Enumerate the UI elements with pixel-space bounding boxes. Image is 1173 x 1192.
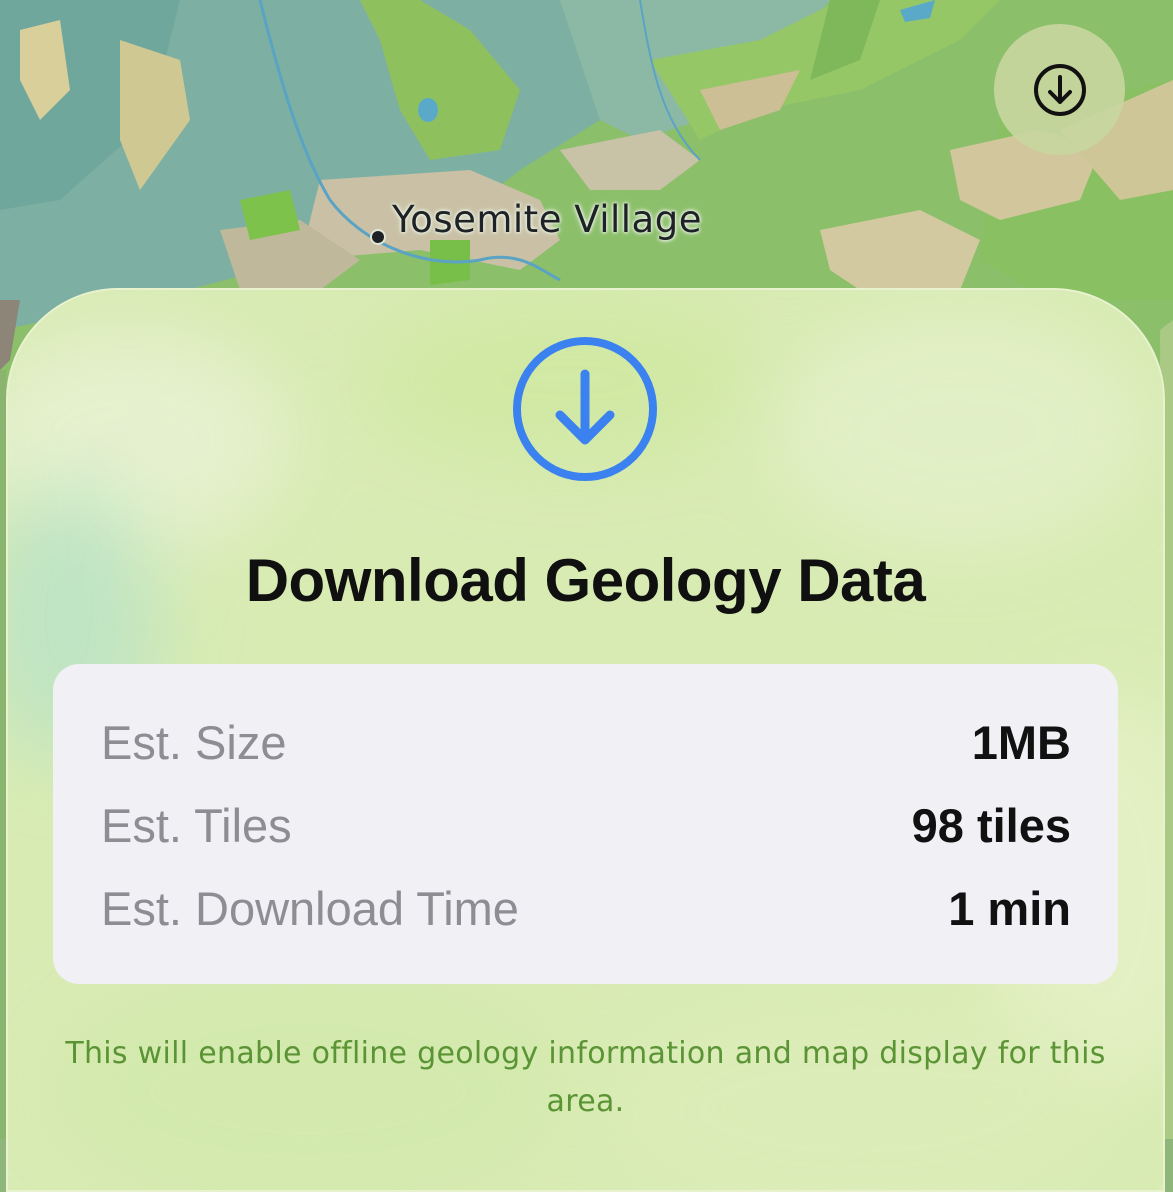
offline-footnote: This will enable offline geology informa… [65, 1036, 1106, 1119]
info-value: 1 min [948, 881, 1071, 935]
arrow-down-circle-icon [1033, 63, 1086, 116]
info-value: 1MB [971, 715, 1071, 769]
info-row-tiles: Est. Tiles 98 tiles [101, 795, 1071, 855]
place-label[interactable]: Yosemite Village [392, 198, 702, 241]
map-download-button[interactable] [994, 24, 1125, 155]
download-info-card: Est. Size 1MB Est. Tiles 98 tiles Est. D… [53, 664, 1118, 984]
info-row-download-time: Est. Download Time 1 min [101, 878, 1071, 938]
download-sheet: Download Geology Data Est. Size 1MB Est.… [6, 288, 1165, 1192]
arrow-down-circle-icon [513, 337, 657, 481]
sheet-title: Download Geology Data [245, 547, 926, 614]
place-marker-dot[interactable] [372, 231, 384, 243]
info-row-size: Est. Size 1MB [101, 712, 1071, 772]
info-label: Est. Tiles [101, 798, 292, 852]
info-label: Est. Download Time [101, 881, 519, 935]
info-label: Est. Size [101, 715, 287, 769]
info-value: 98 tiles [911, 798, 1071, 852]
